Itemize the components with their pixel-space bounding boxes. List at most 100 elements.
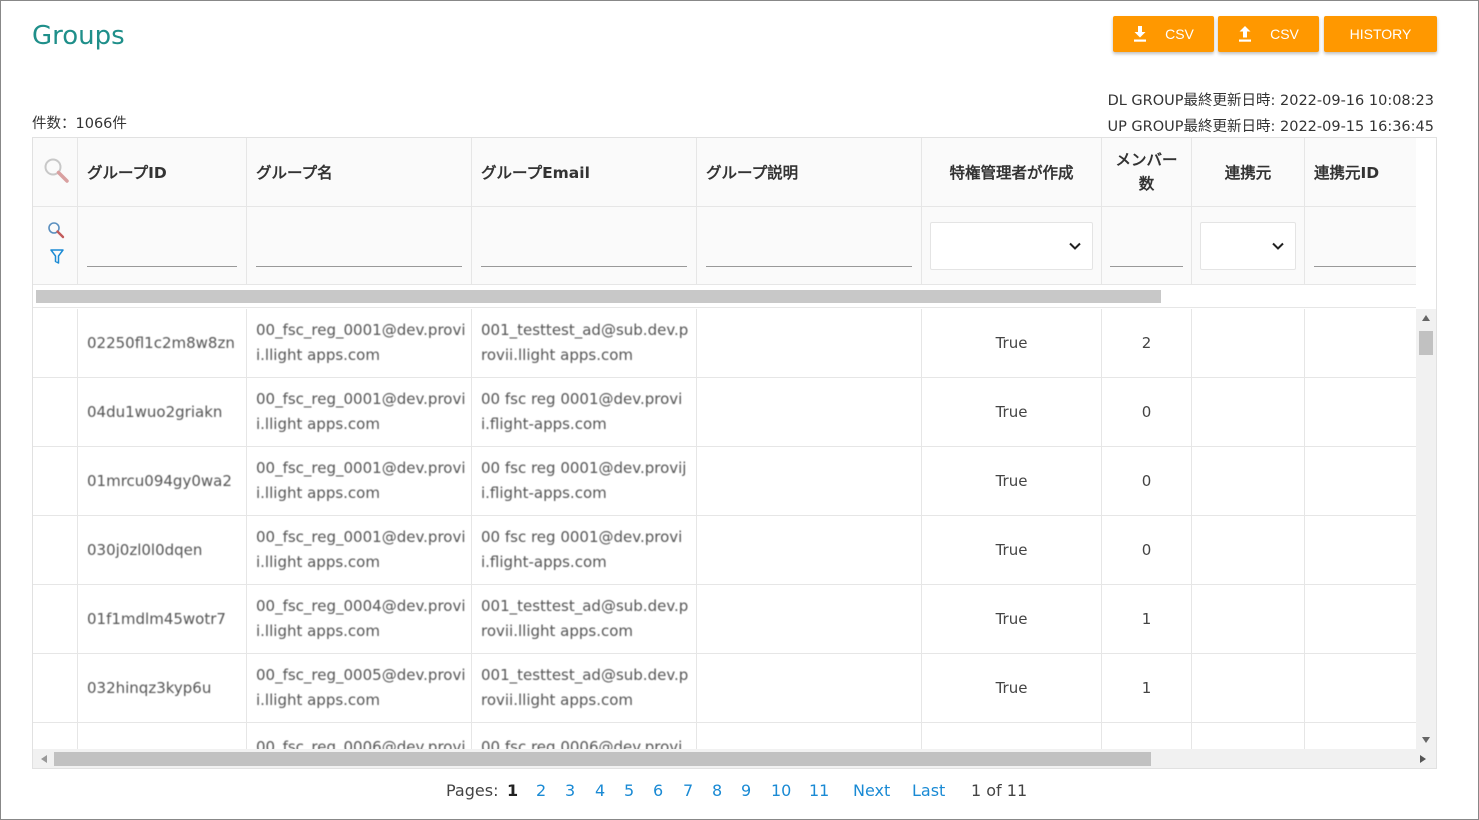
group-id-text: 032hinqz3kyp6u	[87, 679, 212, 697]
history-button[interactable]: HISTORY	[1324, 16, 1437, 52]
group-email-line: i.flight-apps.com	[481, 484, 607, 502]
member-count-value: 1	[1141, 679, 1152, 697]
cell-group-email: 00 fsc reg 0001@dev.provi i.flight-apps.c…	[472, 516, 697, 584]
page-link-2[interactable]: 2	[536, 781, 546, 800]
cell-source	[1192, 516, 1305, 584]
filter-group-email-input[interactable]	[481, 243, 687, 267]
cell-created-by-admin: True	[922, 585, 1102, 653]
table-row[interactable]: 00_fsc_reg_0006@dev.provi 00 fsc reg 000…	[33, 723, 1416, 749]
cell-group-id: 032hinqz3kyp6u	[78, 654, 247, 722]
page-link-11[interactable]: 11	[809, 781, 829, 800]
cell-group-id: 01f1mdlm45wotr7	[78, 585, 247, 653]
group-name-line: i.llight apps.com	[256, 346, 380, 364]
page-link-4[interactable]: 4	[595, 781, 605, 800]
filter-member-count-input[interactable]	[1110, 243, 1183, 267]
page-link-5[interactable]: 5	[624, 781, 634, 800]
download-csv-button[interactable]: CSV	[1113, 16, 1214, 52]
column-header-member-count[interactable]: メンバー数	[1102, 138, 1192, 206]
header-horizontal-scrollbar[interactable]	[33, 285, 1416, 308]
scrollbar-thumb[interactable]	[36, 290, 1161, 303]
table-body: 02250fl1c2m8w8zn 00_fsc_reg_0001@dev.pro…	[33, 309, 1416, 749]
column-header-source[interactable]: 連携元	[1192, 138, 1305, 206]
page-link-3[interactable]: 3	[565, 781, 575, 800]
created-by-admin-value: True	[995, 679, 1028, 697]
page-link-1[interactable]: 1	[507, 781, 518, 800]
cell-group-description	[697, 309, 922, 377]
group-description-text	[697, 654, 921, 722]
scroll-up-arrow-icon[interactable]	[1421, 313, 1431, 323]
download-csv-label: CSV	[1165, 26, 1194, 42]
filter-source-id-input[interactable]	[1314, 243, 1416, 267]
table-row[interactable]: 02250fl1c2m8w8zn 00_fsc_reg_0001@dev.pro…	[33, 309, 1416, 378]
filter-created-by-admin-select[interactable]	[930, 222, 1093, 270]
group-email-line: 00 fsc reg 0006@dev.provi	[481, 738, 683, 749]
column-header-group-name[interactable]: グループ名	[247, 138, 472, 206]
upload-csv-button[interactable]: CSV	[1218, 16, 1319, 52]
filter-cell-source-id	[1305, 207, 1416, 284]
member-count-value: 0	[1141, 541, 1152, 559]
created-by-admin-value: True	[995, 610, 1028, 628]
header-search-cell	[33, 138, 78, 206]
group-id-text	[78, 723, 246, 749]
table-row[interactable]: 01f1mdlm45wotr7 00_fsc_reg_0004@dev.prov…	[33, 585, 1416, 654]
filter-cell-group-description	[697, 207, 922, 284]
cell-source	[1192, 585, 1305, 653]
scroll-right-arrow-icon[interactable]	[1418, 754, 1428, 764]
cell-group-email: 001_testtest_ad@sub.dev.p rovii.llight ap…	[472, 585, 697, 653]
scroll-down-arrow-icon[interactable]	[1421, 735, 1431, 745]
filter-search-icon[interactable]	[47, 221, 65, 239]
filter-cell-created-by-admin	[922, 207, 1102, 284]
group-id-text: 030j0zl0l0dqen	[87, 541, 203, 559]
table-row[interactable]: 01mrcu094gy0wa2 00_fsc_reg_0001@dev.prov…	[33, 447, 1416, 516]
group-description-text	[697, 516, 921, 584]
scrollbar-thumb[interactable]	[1419, 331, 1433, 355]
cell-source-id	[1305, 309, 1416, 377]
table-row[interactable]: 032hinqz3kyp6u 00_fsc_reg_0005@dev.provi…	[33, 654, 1416, 723]
table-row[interactable]: 030j0zl0l0dqen 00_fsc_reg_0001@dev.provi…	[33, 516, 1416, 585]
page-link-7[interactable]: 7	[683, 781, 693, 800]
column-header-group-email[interactable]: グループEmail	[472, 138, 697, 206]
cell-created-by-admin	[922, 723, 1102, 749]
scroll-left-arrow-icon[interactable]	[39, 754, 49, 764]
group-email-line: i.flight-apps.com	[481, 415, 607, 433]
record-count: 件数：1066件	[32, 116, 127, 132]
page-link-6[interactable]: 6	[653, 781, 663, 800]
page-link-8[interactable]: 8	[712, 781, 722, 800]
filter-cell-group-name	[247, 207, 472, 284]
filter-funnel-icon[interactable]	[50, 249, 64, 265]
vertical-scrollbar[interactable]	[1416, 309, 1436, 749]
cell-source-id	[1305, 516, 1416, 584]
cell-group-email: 00 fsc reg 0006@dev.provi	[472, 723, 697, 749]
cell-member-count: 0	[1102, 447, 1192, 515]
dl-last-updated: DL GROUP最終更新日時: 2022-09-16 10:08:23	[1107, 93, 1434, 109]
last-page-link[interactable]: Last	[912, 781, 945, 800]
column-header-source-id[interactable]: 連携元ID	[1305, 138, 1416, 206]
filter-group-name-input[interactable]	[256, 243, 462, 267]
filter-source-select[interactable]	[1200, 222, 1296, 270]
cell-group-description	[697, 378, 922, 446]
scrollbar-thumb[interactable]	[54, 752, 1151, 766]
page-link-10[interactable]: 10	[771, 781, 791, 800]
column-header-group-description[interactable]: グループ説明	[697, 138, 922, 206]
filter-group-id-input[interactable]	[87, 243, 237, 267]
member-count-value: 1	[1141, 610, 1152, 628]
cell-group-description	[697, 585, 922, 653]
column-header-created-by-admin[interactable]: 特権管理者が作成	[922, 138, 1102, 206]
upload-csv-label: CSV	[1270, 26, 1299, 42]
horizontal-scrollbar[interactable]	[33, 749, 1436, 768]
table-row[interactable]: 04du1wuo2griakn 00_fsc_reg_0001@dev.prov…	[33, 378, 1416, 447]
row-select-cell	[33, 447, 78, 515]
column-header-group-id[interactable]: グループID	[78, 138, 247, 206]
cell-group-id: 04du1wuo2griakn	[78, 378, 247, 446]
member-count-value: 0	[1141, 472, 1152, 490]
filter-group-description-input[interactable]	[706, 243, 912, 267]
page-link-9[interactable]: 9	[741, 781, 751, 800]
pages-label: Pages:	[446, 781, 499, 800]
cell-group-email: 001_testtest_ad@sub.dev.p rovii.llight ap…	[472, 654, 697, 722]
cell-created-by-admin: True	[922, 378, 1102, 446]
search-icon[interactable]	[42, 156, 70, 184]
next-page-link[interactable]: Next	[853, 781, 890, 800]
row-select-cell	[33, 516, 78, 584]
member-count-value: 0	[1141, 403, 1152, 421]
group-name-line: 00_fsc_reg_0001@dev.provi	[256, 528, 466, 546]
